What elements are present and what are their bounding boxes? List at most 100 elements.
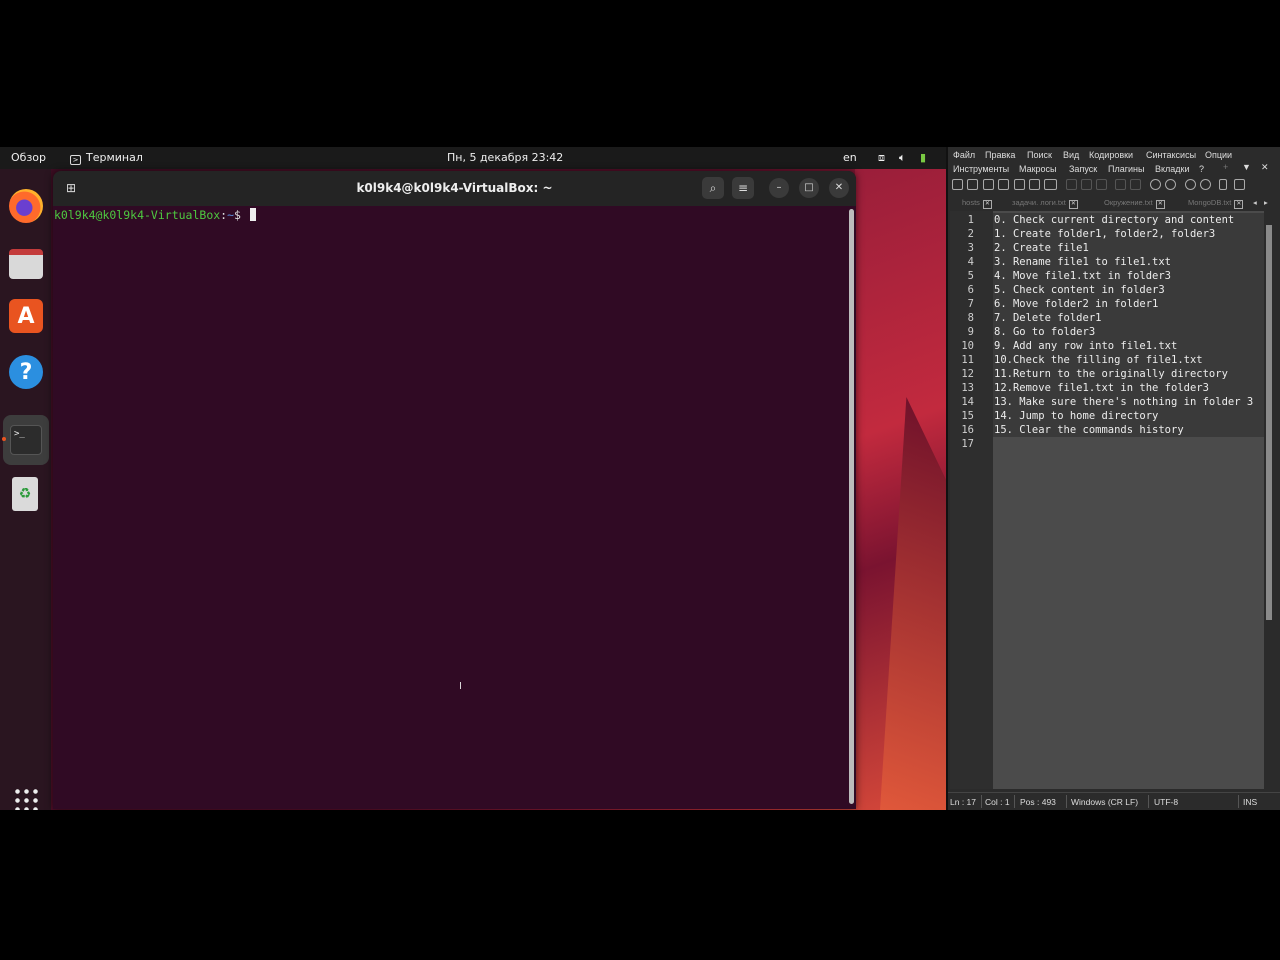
minimize-icon[interactable]: – — [769, 178, 789, 198]
clock[interactable]: Пн, 5 декабря 23:42 — [447, 151, 563, 164]
trash-icon[interactable]: ♻ — [12, 477, 38, 511]
editor-line[interactable]: 12.Remove file1.txt in the folder3 — [993, 381, 1264, 395]
keyboard-layout[interactable]: en — [843, 151, 857, 164]
tab-environment[interactable]: Окружение.txt ✕ — [1104, 198, 1165, 209]
editor-line[interactable]: 14. Jump to home directory — [993, 409, 1264, 423]
close-tab-icon[interactable]: ✕ — [1155, 200, 1165, 209]
find-icon[interactable] — [1150, 179, 1161, 190]
battery-icon[interactable]: ▮ — [920, 151, 926, 164]
editor-statusbar: Ln : 17 Col : 1 Pos : 493 Windows (CR LF… — [948, 792, 1280, 810]
show-apps-icon[interactable] — [13, 787, 39, 810]
tab-scroll-right-icon[interactable]: ▸ — [1264, 198, 1268, 207]
add-icon[interactable]: + — [1223, 162, 1228, 172]
find-next-icon[interactable] — [1165, 179, 1176, 190]
app-menu[interactable]: > Терминал — [70, 151, 143, 165]
menu-syntax[interactable]: Синтаксисы — [1146, 150, 1196, 160]
wrap-icon[interactable] — [1234, 179, 1245, 190]
menu-options[interactable]: Опции — [1205, 150, 1232, 160]
line-number: 11 — [961, 354, 974, 366]
menu-search[interactable]: Поиск — [1027, 150, 1052, 160]
editor-line[interactable]: 5. Check content in folder3 — [993, 283, 1264, 297]
close-tab-icon[interactable]: ✕ — [1234, 200, 1244, 209]
status-insert-mode[interactable]: INS — [1243, 797, 1257, 807]
editor-line[interactable]: 10.Check the filling of file1.txt — [993, 353, 1264, 367]
menu-icon[interactable]: ≡ — [732, 177, 754, 199]
redo-icon[interactable] — [1130, 179, 1141, 190]
menu-macros[interactable]: Макросы — [1019, 164, 1057, 174]
close-file-icon[interactable] — [1014, 179, 1025, 190]
close-icon[interactable]: ✕ — [829, 178, 849, 198]
firefox-icon[interactable] — [9, 189, 43, 223]
menu-plugins[interactable]: Плагины — [1108, 164, 1144, 174]
editor-text-area[interactable]: 1 0. Check current directory and content 2… — [950, 211, 1264, 789]
tab-hosts[interactable]: hosts ✕ — [962, 198, 992, 209]
chevron-down-icon[interactable]: ▼ — [1242, 162, 1251, 172]
editor-line[interactable]: 4. Move file1.txt in folder3 — [993, 269, 1264, 283]
search-icon[interactable]: ⌕ — [702, 177, 724, 199]
menu-view[interactable]: Вид — [1063, 150, 1079, 160]
editor-scrollbar-thumb[interactable] — [1266, 225, 1272, 620]
menu-encodings[interactable]: Кодировки — [1089, 150, 1133, 160]
save-all-icon[interactable] — [998, 179, 1009, 190]
menu-edit[interactable]: Правка — [985, 150, 1015, 160]
terminal-output[interactable]: k0l9k4@k0l9k4-VirtualBox:~$ — [53, 206, 856, 809]
zoom-in-icon[interactable] — [1185, 179, 1196, 190]
prompt-path: ~ — [227, 208, 235, 222]
close-icon[interactable]: ✕ — [1261, 162, 1269, 173]
save-icon[interactable] — [983, 179, 994, 190]
editor-line[interactable]: 8. Go to folder3 — [993, 325, 1264, 339]
editor-line[interactable]: 3. Rename file1 to file1.txt — [993, 255, 1264, 269]
line-number: 2 — [967, 228, 974, 240]
editor-scrollbar[interactable] — [1264, 211, 1274, 789]
help-icon[interactable]: ? — [9, 355, 43, 389]
page-icon[interactable] — [1219, 179, 1227, 190]
editor-line[interactable]: 1. Create folder1, folder2, folder3 — [993, 227, 1264, 241]
editor-line[interactable]: 11.Return to the originally directory — [993, 367, 1264, 381]
tab-label: hosts — [962, 198, 980, 207]
maximize-icon[interactable]: □ — [799, 178, 819, 198]
editor-line[interactable]: 13. Make sure there's nothing in folder … — [993, 395, 1264, 409]
editor-line[interactable]: 15. Clear the commands history — [993, 423, 1264, 437]
menu-tools[interactable]: Инструменты — [953, 164, 1009, 174]
menu-run[interactable]: Запуск — [1069, 164, 1097, 174]
open-file-icon[interactable] — [967, 179, 978, 190]
status-eol[interactable]: Windows (CR LF) — [1071, 797, 1138, 807]
app-center-icon[interactable]: A — [9, 299, 43, 333]
editor-line[interactable]: 7. Delete folder1 — [993, 311, 1264, 325]
editor-line[interactable]: 6. Move folder2 in folder1 — [993, 297, 1264, 311]
status-divider — [1238, 795, 1239, 808]
tab-scroll-left-icon[interactable]: ◂ — [1253, 198, 1257, 207]
line-number: 1 — [967, 214, 974, 226]
dock: A ? >_ ♻ — [0, 169, 51, 810]
terminal-window[interactable]: ⊞ k0l9k4@k0l9k4-VirtualBox: ~ ⌕ ≡ – □ ✕ … — [53, 171, 856, 809]
menu-file[interactable]: Файл — [953, 150, 975, 160]
line-number: 15 — [961, 410, 974, 422]
terminal-dock-item[interactable]: >_ — [3, 415, 49, 465]
menu-help[interactable]: ? — [1199, 164, 1204, 174]
terminal-scrollbar[interactable] — [849, 209, 854, 804]
terminal-header[interactable]: ⊞ k0l9k4@k0l9k4-VirtualBox: ~ ⌕ ≡ – □ ✕ — [53, 171, 856, 206]
new-file-icon[interactable] — [952, 179, 963, 190]
status-divider — [1148, 795, 1149, 808]
volume-icon[interactable]: 🔈︎ — [899, 151, 906, 165]
files-icon[interactable] — [9, 249, 43, 279]
status-encoding[interactable]: UTF-8 — [1154, 797, 1178, 807]
undo-icon[interactable] — [1115, 179, 1126, 190]
close-tab-icon[interactable]: ✕ — [1068, 200, 1078, 209]
paste-icon[interactable] — [1096, 179, 1107, 190]
editor-line[interactable]: 9. Add any row into file1.txt — [993, 339, 1264, 353]
cut-icon[interactable] — [1066, 179, 1077, 190]
copy-icon[interactable] — [1081, 179, 1092, 190]
activities-button[interactable]: Обзор — [11, 151, 46, 164]
close-tab-icon[interactable]: ✕ — [982, 200, 992, 209]
menu-tabs[interactable]: Вкладки — [1155, 164, 1190, 174]
editor-line[interactable]: 0. Check current directory and content — [993, 213, 1264, 227]
zoom-out-icon[interactable] — [1200, 179, 1211, 190]
tab-mongodb[interactable]: MongoDB.txt ✕ — [1188, 198, 1244, 209]
tab-label: задачи. логи.txt — [1012, 198, 1066, 207]
print-icon[interactable] — [1044, 179, 1057, 190]
tab-tasks[interactable]: задачи. логи.txt ✕ — [1012, 198, 1078, 209]
network-icon[interactable]: ⧈ — [878, 151, 885, 165]
close-all-icon[interactable] — [1029, 179, 1040, 190]
editor-line[interactable]: 2. Create file1 — [993, 241, 1264, 255]
